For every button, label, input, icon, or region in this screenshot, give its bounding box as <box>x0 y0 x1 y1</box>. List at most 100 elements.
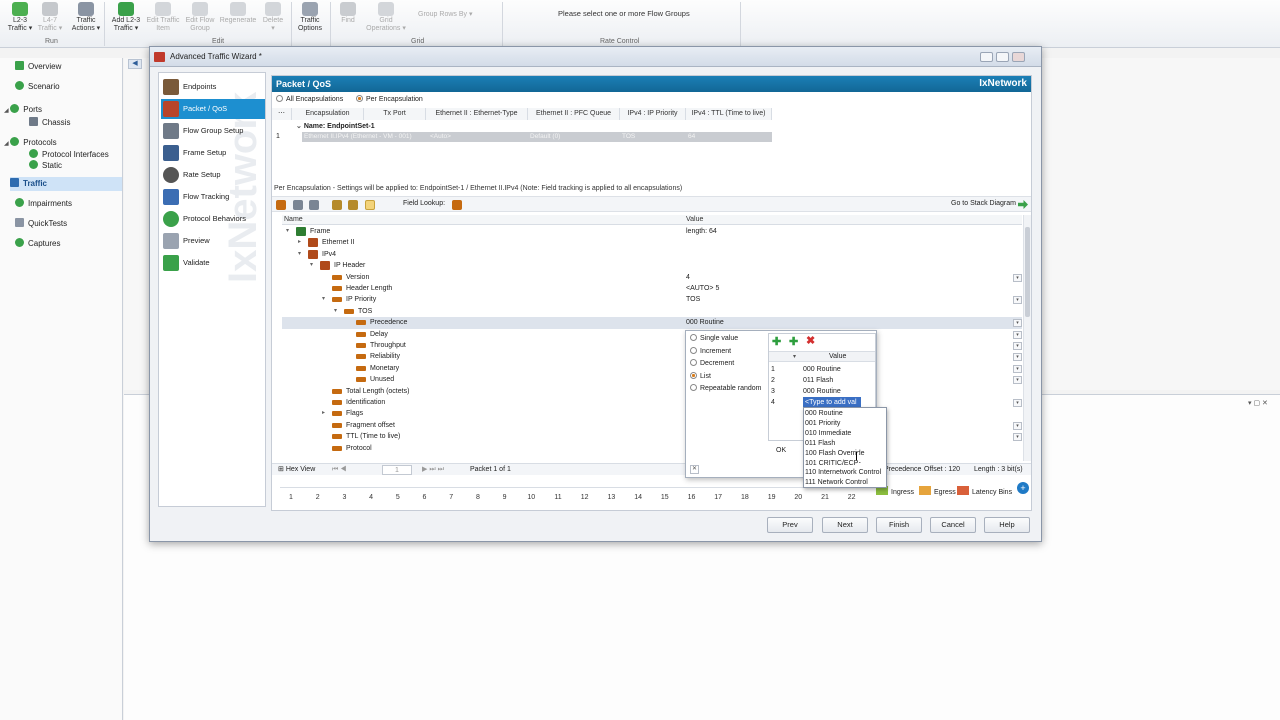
expand-all-icon[interactable] <box>332 200 342 210</box>
field-row[interactable]: ▾ Frame length: 64 <box>282 226 1022 237</box>
insert-value-icon[interactable]: ✚ <box>789 337 799 348</box>
nav-ports[interactable]: ◢ Ports <box>4 103 42 117</box>
precedence-option[interactable]: 001 Priority <box>805 419 887 429</box>
delete-value-icon[interactable]: ✖ <box>806 336 816 347</box>
nav-chassis[interactable]: Chassis <box>29 116 70 130</box>
help-button[interactable]: Help <box>984 517 1030 533</box>
maximize-button[interactable] <box>996 52 1009 62</box>
column-ethernet-type[interactable]: Ethernet II : Ethernet-Type <box>426 108 528 120</box>
cancel-button[interactable]: Cancel <box>930 517 976 533</box>
nav-traffic[interactable]: Traffic <box>10 177 122 191</box>
field-row[interactable]: Version 4 ▾ <box>282 272 1022 283</box>
expand-toggle-icon[interactable]: ▾ <box>322 294 325 305</box>
field-view-icon[interactable] <box>365 200 375 210</box>
value-dropdown-button[interactable]: ▾ <box>1013 376 1022 385</box>
value-dropdown-button[interactable]: ▾ <box>1013 433 1022 442</box>
add-value-icon[interactable]: ✚ <box>772 337 782 348</box>
field-row[interactable]: ▸ Ethernet II <box>282 237 1022 248</box>
value-dropdown-button[interactable]: ▾ <box>1013 364 1022 373</box>
step-packet-qos[interactable]: Packet / QoS <box>161 99 265 119</box>
next-page-icon[interactable]: ▶ ⏭ ⏭ <box>422 464 444 476</box>
field-row[interactable]: Delay ▾ <box>282 329 1022 340</box>
go-to-stack-diagram-link[interactable]: Go to Stack Diagram <box>951 200 1016 207</box>
field-row[interactable]: ▸ Flags <box>282 408 1022 419</box>
field-row[interactable]: ▾ IP Header <box>282 260 1022 271</box>
nav-static[interactable]: Static <box>29 159 62 173</box>
close-button[interactable] <box>1012 52 1025 62</box>
value-dropdown-button[interactable]: ▾ <box>1013 353 1022 362</box>
field-row[interactable]: ▾ IPv4 <box>282 249 1022 260</box>
step-endpoints[interactable]: Endpoints <box>161 77 265 97</box>
nav-scenario[interactable]: Scenario <box>15 80 60 94</box>
mode-decrement[interactable]: Decrement <box>690 359 734 369</box>
radio-per-encapsulation[interactable]: Per Encapsulation <box>356 95 423 105</box>
value-dropdown-button[interactable]: ▾ <box>1013 319 1022 328</box>
step-frame-setup[interactable]: Frame Setup <box>161 143 265 163</box>
step-validate[interactable]: Validate <box>161 253 265 273</box>
nav-captures[interactable]: Captures <box>15 237 60 251</box>
expand-toggle-icon[interactable]: ▸ <box>298 237 301 248</box>
l4-7-traffic-button[interactable]: L4-7 Traffic ▾ <box>30 0 70 36</box>
pane-controls-icon[interactable]: ▾ ▢ ✕ <box>1248 399 1268 407</box>
expand-toggle-icon[interactable]: ▾ <box>298 249 301 260</box>
edit-traffic-item-button[interactable]: Edit Traffic Item <box>143 0 183 36</box>
precedence-option[interactable]: 010 Immediate <box>805 429 887 439</box>
value-text[interactable]: 011 Flash <box>803 375 833 386</box>
field-value[interactable]: <AUTO> 5 <box>686 283 719 294</box>
move-up-icon[interactable] <box>293 200 303 210</box>
field-lookup-dropdown[interactable] <box>452 200 462 210</box>
field-value[interactable]: 4 <box>686 272 690 283</box>
first-page-icon[interactable]: ⏮ ◀ <box>332 464 347 476</box>
value-dropdown-button[interactable]: ▾ <box>1013 399 1022 407</box>
nav-impairments[interactable]: Impairments <box>15 197 72 211</box>
regenerate-button[interactable]: Regenerate <box>218 0 258 36</box>
field-row[interactable]: Total Length (octets) <box>282 386 1022 397</box>
value-list-row[interactable]: 1 000 Routine <box>769 364 875 375</box>
step-preview[interactable]: Preview <box>161 231 265 251</box>
precedence-option[interactable]: 000 Routine <box>805 409 887 419</box>
grid-operations-button[interactable]: Grid Operations ▾ <box>364 0 408 36</box>
value-text[interactable]: 000 Routine <box>803 364 841 375</box>
column-pfc-queue[interactable]: Ethernet II : PFC Queue <box>528 108 620 120</box>
field-row[interactable]: Protocol <box>282 443 1022 454</box>
field-value[interactable]: 000 Routine <box>686 317 724 328</box>
column-tx-port[interactable]: Tx Port <box>364 108 426 120</box>
field-row[interactable]: Fragment offset ▾ <box>282 420 1022 431</box>
find-button[interactable]: Find <box>328 0 368 36</box>
step-rate-setup[interactable]: Rate Setup <box>161 165 265 185</box>
step-flow-tracking[interactable]: Flow Tracking <box>161 187 265 207</box>
mode-single-value[interactable]: Single value <box>690 334 738 344</box>
tree-scrollbar[interactable] <box>1023 215 1031 461</box>
step-protocol-behaviors[interactable]: Protocol Behaviors <box>161 209 265 229</box>
traffic-actions-button[interactable]: Traffic Actions ▾ <box>66 0 106 36</box>
field-row[interactable]: Throughput ▾ <box>282 340 1022 351</box>
hex-view-toggle[interactable]: ⊞ Hex View <box>278 464 315 476</box>
precedence-option[interactable]: 101 CRITIC/ECP <box>805 459 887 469</box>
group-rows-by-dropdown[interactable]: Group Rows By ▾ <box>418 10 472 18</box>
expand-toggle-icon[interactable]: ▾ <box>334 306 337 317</box>
value-dropdown-button[interactable]: ▾ <box>1013 273 1022 282</box>
precedence-option[interactable]: 100 Flash Override <box>805 449 887 459</box>
expand-toggle-icon[interactable]: ▸ <box>322 408 325 419</box>
collapse-all-icon[interactable] <box>348 200 358 210</box>
column-encapsulation[interactable]: Encapsulation <box>292 108 364 120</box>
column-ip-priority[interactable]: IPv4 : IP Priority <box>620 108 686 120</box>
precedence-option[interactable]: 011 Flash <box>805 439 887 449</box>
field-value[interactable]: TOS <box>686 294 700 305</box>
minimize-button[interactable] <box>980 52 993 62</box>
add-header-icon[interactable] <box>276 200 286 210</box>
mode-list[interactable]: List <box>690 372 711 382</box>
scrollbar-thumb[interactable] <box>1025 227 1030 317</box>
field-row[interactable]: Reliability ▾ <box>282 351 1022 362</box>
value-dropdown-button[interactable]: ▾ <box>1013 421 1022 430</box>
field-value[interactable]: length: 64 <box>686 226 717 237</box>
nav-overview[interactable]: Overview <box>15 60 61 74</box>
expand-toggle-icon[interactable]: ▾ <box>310 260 313 271</box>
precedence-option[interactable]: 111 Network Control <box>805 478 887 488</box>
finish-button[interactable]: Finish <box>876 517 922 533</box>
field-row[interactable]: Monetary ▾ <box>282 363 1022 374</box>
precedence-option[interactable]: 110 Internetwork Control <box>805 468 887 478</box>
edit-flow-group-button[interactable]: Edit Flow Group <box>180 0 220 36</box>
value-dropdown-button[interactable]: ▾ <box>1013 296 1022 305</box>
step-flow-group-setup[interactable]: Flow Group Setup <box>161 121 265 141</box>
